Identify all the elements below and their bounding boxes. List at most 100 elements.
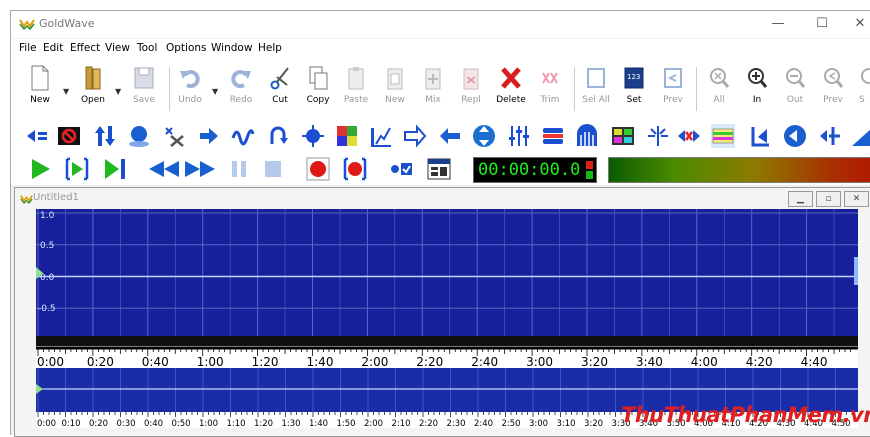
balance-icon[interactable] <box>25 124 49 148</box>
waveform-display[interactable]: 1.0 0.5 0.0 -0.5 <box>36 209 858 336</box>
rewind-icon[interactable] <box>147 157 181 181</box>
replace-icon <box>463 68 479 90</box>
document-restore-button[interactable]: ▫ <box>816 191 841 207</box>
trim-button[interactable]: Trim <box>528 61 572 117</box>
fade-icon[interactable] <box>850 124 870 148</box>
redo-icon <box>231 70 251 89</box>
channel-mixer-icon[interactable] <box>611 124 635 148</box>
save-button[interactable]: Save <box>122 61 166 117</box>
volume-change-icon[interactable] <box>93 124 117 148</box>
time-tick-label: 0:40 <box>142 355 169 368</box>
device-controls-icon[interactable] <box>389 157 413 181</box>
waveform-scrollbar[interactable] <box>36 336 858 346</box>
reverb-icon[interactable] <box>677 124 701 148</box>
undo-dropdown-icon[interactable]: ▼ <box>212 87 218 96</box>
echo-icon[interactable] <box>266 124 290 148</box>
overview-tick-label: 2:00 <box>364 419 383 428</box>
overview-tick-label: 1:20 <box>254 419 273 428</box>
play-selection-icon[interactable] <box>65 157 89 181</box>
goldwave-window: GoldWave — ☐ ✕ File Edit Effect View Too… <box>10 10 870 437</box>
replace-button[interactable]: Repl <box>449 61 493 117</box>
title-bar[interactable]: GoldWave — ☐ ✕ <box>11 11 870 38</box>
replace-label: Repl <box>461 95 481 105</box>
dc-offset-icon[interactable] <box>57 124 81 148</box>
paste-button[interactable]: Paste <box>334 61 378 117</box>
menu-view[interactable]: View <box>105 42 130 54</box>
control-properties-icon[interactable] <box>427 157 451 181</box>
minimize-button[interactable]: — <box>765 15 791 33</box>
delete-button[interactable]: Delete <box>489 61 533 117</box>
time-ruler[interactable]: 0:00 0:20 0:40 1:00 1:20 1:40 2:00 2:20 2:40 3:00… <box>36 346 858 369</box>
y-label-1: 1.0 <box>40 211 55 221</box>
record-icon[interactable] <box>306 157 330 181</box>
overview-start-marker-icon[interactable] <box>36 384 43 394</box>
overview-tick-label: 2:40 <box>474 419 493 428</box>
pop-click-icon[interactable] <box>646 124 670 148</box>
stop-icon[interactable] <box>261 157 285 181</box>
document-minimize-button[interactable]: ▁ <box>788 191 813 207</box>
menu-file[interactable]: File <box>19 42 37 54</box>
time-tick-label: 2:40 <box>471 355 498 368</box>
pitch-icon[interactable] <box>197 124 221 148</box>
spectrum-filter-icon[interactable] <box>575 124 599 148</box>
effects-toolbar <box>11 121 870 151</box>
overview-tick-label: 1:00 <box>199 419 218 428</box>
expand-icon[interactable] <box>783 124 807 148</box>
noise-reduction-icon[interactable] <box>163 124 187 148</box>
mechanize-icon[interactable] <box>507 124 531 148</box>
invert-icon[interactable] <box>818 124 842 148</box>
menu-effect[interactable]: Effect <box>70 42 100 54</box>
fade-in-out-icon[interactable] <box>472 124 496 148</box>
mute-icon[interactable] <box>749 124 773 148</box>
pause-icon[interactable] <box>227 157 251 181</box>
time-display: 00:00:00.0 <box>473 157 597 183</box>
record-selection-icon[interactable] <box>343 157 367 181</box>
flanger-icon[interactable] <box>231 124 255 148</box>
y-label-minus-0.5: -0.5 <box>38 304 56 314</box>
svg-text:123: 123 <box>627 73 640 81</box>
zoom-selection-button[interactable]: S <box>849 61 870 117</box>
undo-icon <box>180 70 200 89</box>
compressor-icon[interactable] <box>541 124 565 148</box>
time-tick-label: 1:40 <box>307 355 334 368</box>
play-icon[interactable] <box>29 157 53 181</box>
open-button[interactable]: Open <box>71 61 115 117</box>
reverse-icon[interactable] <box>403 124 427 148</box>
time-tick-label: 2:20 <box>416 355 443 368</box>
waveform-grid <box>36 209 858 336</box>
fast-forward-icon[interactable] <box>183 157 217 181</box>
set-button[interactable]: 123 Set <box>612 61 656 117</box>
playback-rate-icon[interactable] <box>369 124 393 148</box>
maximize-button[interactable]: ☐ <box>809 15 835 33</box>
menu-edit[interactable]: Edit <box>43 42 63 54</box>
filter-icon[interactable] <box>335 124 359 148</box>
new-dropdown-icon[interactable]: ▼ <box>63 87 69 96</box>
new-button[interactable]: New <box>18 61 62 117</box>
time-ruler-ticks: 0:00 0:20 0:40 1:00 1:20 1:40 2:00 2:20 2:40 3:00… <box>36 346 858 369</box>
start-marker-icon[interactable] <box>36 267 43 279</box>
menu-options[interactable]: Options <box>166 42 207 54</box>
doppler-icon[interactable] <box>127 124 151 148</box>
close-button[interactable]: ✕ <box>847 15 870 33</box>
overview-tick-label: 0:50 <box>172 419 191 428</box>
shift-icon[interactable] <box>438 124 462 148</box>
overview-tick-label: 1:40 <box>309 419 328 428</box>
zoom-previous-icon <box>824 68 844 88</box>
volume-shape-icon[interactable] <box>711 124 735 148</box>
document-close-button[interactable]: ✕ <box>844 191 869 207</box>
play-indicator <box>586 171 593 179</box>
undo-button[interactable]: Undo <box>168 61 212 117</box>
equalizer-icon[interactable] <box>301 124 325 148</box>
menu-tool[interactable]: Tool <box>137 42 157 54</box>
redo-button[interactable]: Redo <box>219 61 263 117</box>
play-to-end-icon[interactable] <box>103 157 127 181</box>
menu-help[interactable]: Help <box>258 42 282 54</box>
overview-tick-label: 0:20 <box>89 419 108 428</box>
open-label: Open <box>80 95 106 105</box>
overview-tick-label: 3:20 <box>584 419 603 428</box>
previous-selection-button[interactable]: Prev <box>651 61 695 117</box>
menu-window[interactable]: Window <box>211 42 252 54</box>
end-marker-icon[interactable] <box>854 257 858 285</box>
open-dropdown-icon[interactable]: ▼ <box>115 87 121 96</box>
time-tick-label: 4:20 <box>746 355 773 368</box>
